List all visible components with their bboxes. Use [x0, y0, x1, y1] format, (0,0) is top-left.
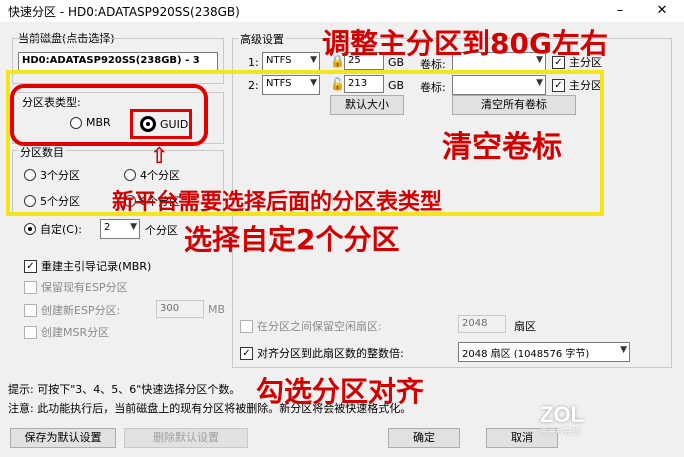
ok-button[interactable]: 确定: [388, 428, 460, 448]
align-select[interactable]: 2048 扇区 (1048576 字节) ▼: [458, 342, 630, 362]
create-msr-option[interactable]: 创建MSR分区: [24, 324, 109, 340]
free-sectors-option[interactable]: 在分区之间保留空闲扇区:: [240, 318, 382, 334]
rebuild-mbr-checkbox[interactable]: ✓: [24, 259, 37, 273]
align-label: 对齐分区到此扇区数的整数倍:: [257, 347, 404, 360]
chevron-down-icon: ▼: [620, 345, 627, 355]
row1-index: 1:: [248, 56, 259, 69]
option-custom[interactable]: 自定(C):: [24, 221, 82, 237]
esp-size-unit: MB: [208, 303, 226, 316]
rebuild-mbr-label: 重建主引导记录(MBR): [41, 260, 152, 273]
advanced-settings-label: 高级设置: [238, 31, 286, 47]
radio-custom[interactable]: [24, 223, 36, 235]
free-sectors-checkbox[interactable]: [240, 319, 253, 333]
free-sectors-input[interactable]: 2048: [458, 315, 506, 333]
window-title: 快速分区 - HD0:ADATASP920SS(238GB): [8, 5, 240, 19]
keep-esp-label: 保留现有ESP分区: [41, 281, 128, 294]
label-custom: 自定(C):: [40, 223, 82, 236]
annotation-custom-two: 选择自定2个分区: [184, 223, 400, 256]
create-esp-option[interactable]: 创建新ESP分区:: [24, 302, 120, 318]
keep-esp-checkbox[interactable]: [24, 280, 37, 294]
row1-fs-select[interactable]: NTFS ▼: [262, 52, 320, 72]
arrow-up-icon: ⇧: [150, 144, 169, 169]
align-option[interactable]: ✓ 对齐分区到此扇区数的整数倍:: [240, 345, 404, 361]
chevron-down-icon: ▼: [130, 222, 137, 232]
esp-size-input[interactable]: 300: [156, 300, 204, 318]
zol-subtitle: 中关村在线: [540, 427, 580, 436]
create-msr-label: 创建MSR分区: [41, 326, 110, 339]
delete-default-button[interactable]: 删除默认设置: [124, 428, 248, 448]
highlight-guid-box: [130, 109, 192, 139]
align-checkbox[interactable]: ✓: [240, 346, 253, 360]
rebuild-mbr-option[interactable]: ✓ 重建主引导记录(MBR): [24, 258, 151, 274]
annotation-adjust-primary: 调整主分区到80G左右: [322, 27, 608, 60]
disk-selector[interactable]: HD0:ADATASP920SS(238GB) - 3: [18, 52, 218, 72]
create-esp-label: 创建新ESP分区:: [41, 304, 121, 317]
free-sectors-label: 在分区之间保留空闲扇区:: [257, 320, 382, 333]
custom-count-select[interactable]: 2 ▼: [100, 219, 140, 239]
custom-count-suffix: 个分区: [145, 224, 178, 237]
hint-text: 提示: 可按下"3、4、5、6"快速选择分区个数。: [8, 383, 241, 396]
annotation-clear-labels: 清空卷标: [442, 130, 562, 165]
zol-logo: ZOL: [540, 402, 584, 427]
annotation-check-align: 勾选分区对齐: [256, 375, 425, 408]
keep-esp-option[interactable]: 保留现有ESP分区: [24, 279, 128, 295]
annotation-new-platform: 新平台需要选择后面的分区表类型: [112, 190, 443, 215]
minimize-button[interactable]: –: [600, 0, 640, 22]
create-msr-checkbox[interactable]: [24, 325, 37, 339]
save-default-button[interactable]: 保存为默认设置: [10, 428, 116, 448]
free-sectors-unit: 扇区: [514, 320, 536, 333]
create-esp-checkbox[interactable]: [24, 303, 37, 317]
close-button[interactable]: ✕: [642, 0, 682, 22]
chevron-down-icon: ▼: [310, 55, 317, 65]
